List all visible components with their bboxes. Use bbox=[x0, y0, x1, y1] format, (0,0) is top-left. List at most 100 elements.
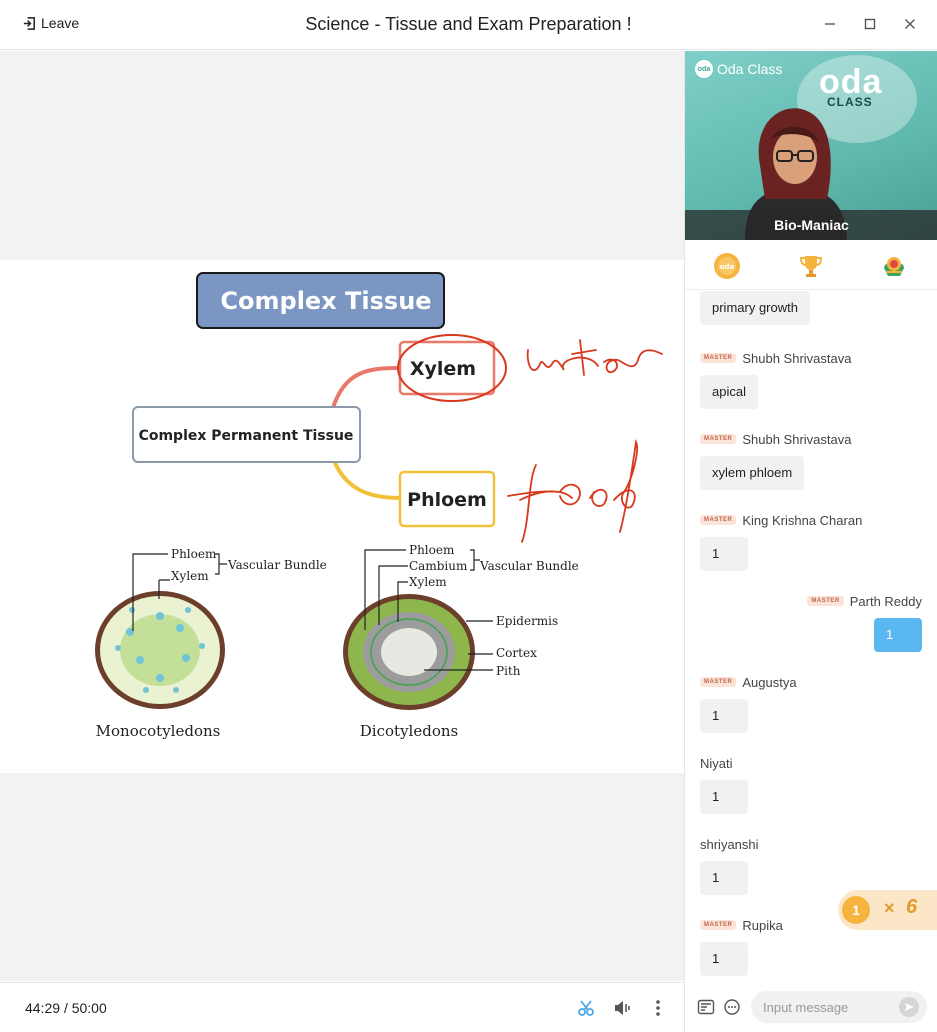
message-bubble: apical bbox=[700, 375, 758, 409]
reaction-counter[interactable]: 1 × 6 bbox=[838, 890, 937, 930]
send-button[interactable] bbox=[899, 997, 919, 1017]
master-badge: MASTER bbox=[700, 434, 737, 444]
connector-phloem bbox=[331, 457, 401, 500]
more-vertical-icon bbox=[656, 1000, 660, 1016]
reaction-count: 6 bbox=[906, 896, 918, 918]
clip-button[interactable] bbox=[576, 998, 596, 1018]
side-panel: oda CLASS oda Oda Class Bio-Maniac oda p… bbox=[684, 51, 937, 1032]
slide: Complex Tissue Complex Permanent Tissue … bbox=[0, 260, 684, 773]
root-label: Complex Permanent Tissue bbox=[139, 428, 354, 444]
elapsed-time: 44:29 bbox=[25, 1000, 61, 1016]
send-icon bbox=[905, 1003, 914, 1011]
brand-logo: oda Oda Class bbox=[695, 60, 782, 78]
message-bubble: xylem phloem bbox=[700, 456, 805, 490]
scissors-icon bbox=[578, 1000, 594, 1016]
dicot-epidermis-label: Epidermis bbox=[496, 614, 558, 628]
ink-water-text: water bbox=[0, 260, 3, 261]
connector-xylem bbox=[331, 366, 401, 409]
ink-food bbox=[507, 439, 638, 543]
message-sender: MASTER Rupika bbox=[700, 916, 783, 934]
chat-message: shriyanshi 1 bbox=[700, 835, 759, 895]
reaction-coin: 1 bbox=[842, 896, 870, 924]
monocot-xylem-label: Xylem bbox=[171, 569, 209, 583]
xylem-label: Xylem bbox=[410, 358, 476, 380]
more-options-button[interactable] bbox=[648, 998, 668, 1018]
dicot-xylem-label: Xylem bbox=[409, 575, 447, 589]
message-sender: MASTER King Krishna Charan bbox=[700, 511, 862, 529]
chat-message: MASTER King Krishna Charan 1 bbox=[700, 511, 862, 571]
dicot-cortex-label: Cortex bbox=[496, 646, 537, 660]
chat-message: primary growth bbox=[700, 291, 810, 325]
dicot-pith bbox=[381, 628, 437, 676]
sender-name: Augustya bbox=[742, 674, 797, 690]
chat-message: MASTER Rupika 1 bbox=[700, 916, 783, 976]
message-sender: MASTER Shubh Shrivastava bbox=[700, 349, 851, 367]
sender-name: Shubh Shrivastava bbox=[742, 350, 852, 366]
chat-message: MASTER Shubh Shrivastava xylem phloem bbox=[700, 430, 851, 490]
total-time: 50:00 bbox=[71, 1000, 107, 1016]
sender-name: shriyanshi bbox=[700, 836, 759, 852]
dicot-caption: Dicotyledons bbox=[360, 722, 458, 740]
emoji-button[interactable] bbox=[723, 998, 741, 1016]
message-bubble: primary growth bbox=[700, 291, 810, 325]
slide-canvas: Complex Tissue Complex Permanent Tissue … bbox=[0, 260, 663, 740]
chat-input-bar bbox=[685, 983, 937, 1032]
oda-logo-icon: oda bbox=[695, 60, 713, 78]
coins-button[interactable]: oda bbox=[713, 252, 741, 280]
monocot-brace bbox=[215, 553, 227, 575]
medal-icon bbox=[884, 257, 904, 276]
chat-message: MASTER Augustya 1 bbox=[700, 673, 797, 733]
message-sender: MASTER Parth Reddy bbox=[807, 592, 922, 610]
monocot-phloem-label: Phloem bbox=[171, 547, 217, 561]
list-icon bbox=[697, 999, 715, 1015]
window-title: Science - Tissue and Exam Preparation ! bbox=[305, 14, 632, 34]
chat-list[interactable]: primary growth MASTER Shubh Shrivastava … bbox=[685, 291, 937, 983]
message-bubble: 1 bbox=[874, 618, 922, 652]
speaker-icon bbox=[615, 1001, 630, 1015]
sender-name: Parth Reddy bbox=[849, 593, 922, 609]
minimize-icon bbox=[825, 23, 835, 25]
trophy-icon bbox=[799, 256, 823, 277]
dicot-phloem-label: Phloem bbox=[409, 543, 455, 557]
ink-food-text: food bbox=[0, 260, 2, 261]
master-badge: MASTER bbox=[700, 353, 737, 363]
ink-water bbox=[526, 339, 663, 376]
message-sender: MASTER Augustya bbox=[700, 673, 797, 691]
coin-icon: oda bbox=[714, 253, 740, 279]
maximize-icon bbox=[864, 18, 876, 30]
leaderboard-button[interactable] bbox=[797, 252, 825, 280]
teacher-video: oda CLASS oda Oda Class Bio-Maniac bbox=[685, 51, 937, 240]
phloem-label: Phloem bbox=[407, 489, 487, 511]
minimize-button[interactable] bbox=[822, 16, 838, 32]
panel-tabs: oda bbox=[685, 240, 937, 290]
chat-history-button[interactable] bbox=[697, 998, 715, 1016]
rank-button[interactable] bbox=[880, 252, 908, 280]
monocot-caption: Monocotyledons bbox=[96, 722, 221, 740]
monocot-diagram: Phloem Xylem Vascular Bundle Monocotyled… bbox=[95, 547, 327, 740]
message-bubble: 1 bbox=[700, 780, 748, 814]
message-bubble: 1 bbox=[700, 699, 748, 733]
message-sender: MASTER Shubh Shrivastava bbox=[700, 430, 851, 448]
master-badge: MASTER bbox=[700, 515, 737, 525]
message-sender: Niyati bbox=[700, 754, 748, 772]
dicot-pith-label: Pith bbox=[496, 664, 521, 678]
chat-bubble-icon bbox=[724, 999, 740, 1015]
time-separator: / bbox=[63, 1000, 68, 1016]
timer: 44:29 / 50:00 bbox=[25, 1000, 107, 1016]
message-sender: shriyanshi bbox=[700, 835, 759, 853]
brand-name: Oda Class bbox=[717, 61, 783, 77]
message-bubble: 1 bbox=[700, 537, 748, 571]
slide-heading: Complex Tissue bbox=[220, 287, 431, 315]
close-icon bbox=[905, 19, 915, 29]
close-button[interactable] bbox=[902, 16, 918, 32]
master-badge: MASTER bbox=[700, 920, 737, 930]
sender-name: King Krishna Charan bbox=[742, 512, 863, 528]
maximize-button[interactable] bbox=[862, 16, 878, 32]
reaction-multiplier: × bbox=[884, 898, 895, 918]
message-bubble: 1 bbox=[700, 942, 748, 976]
sender-name: Rupika bbox=[742, 917, 783, 933]
dicot-cambium-label: Cambium bbox=[409, 559, 468, 573]
dicot-diagram: Phloem Cambium Xylem Vascular Bundle Epi… bbox=[343, 543, 579, 740]
chat-message: Niyati 1 bbox=[700, 754, 748, 814]
volume-button[interactable] bbox=[612, 998, 632, 1018]
